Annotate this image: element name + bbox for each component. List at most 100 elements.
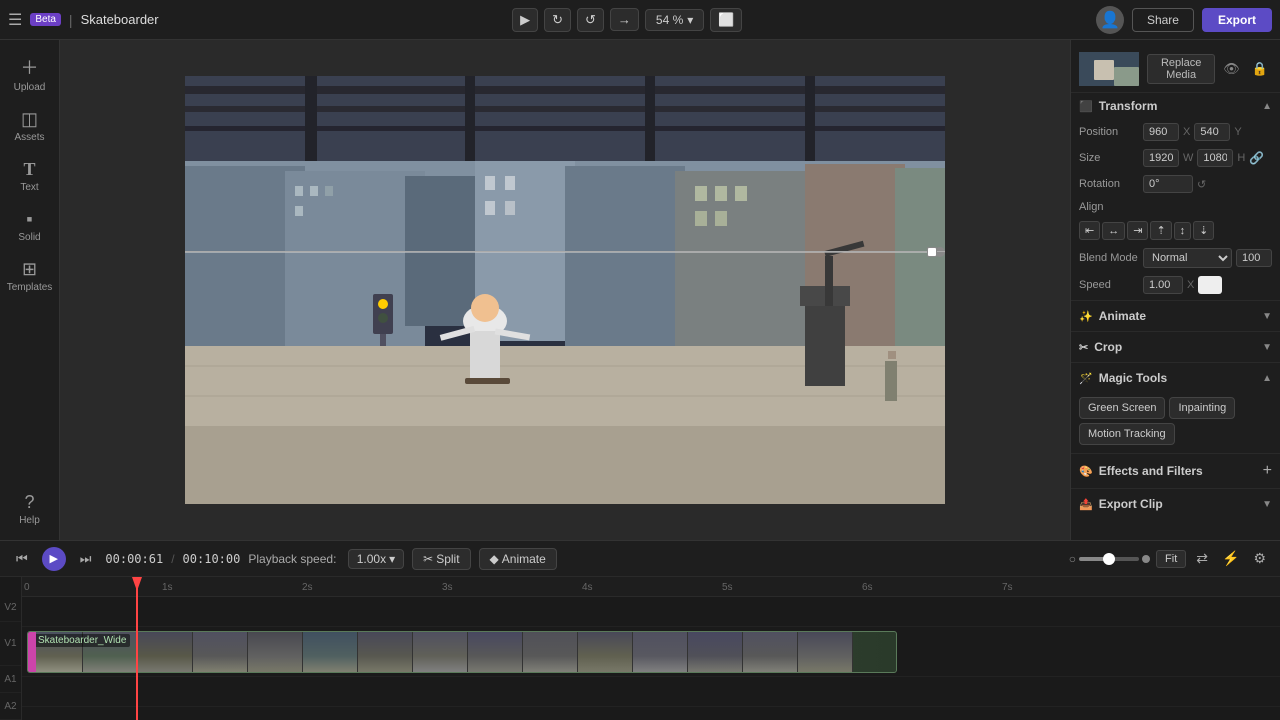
magic-tools-label: Magic Tools	[1099, 371, 1167, 385]
menu-icon[interactable]: ☰	[8, 10, 22, 30]
opacity-input[interactable]	[1236, 249, 1272, 267]
align-buttons-row: ⇤ ↔ ⇥ ⇡ ↕ ⇣	[1071, 217, 1280, 244]
align-right-button[interactable]: ⇥	[1127, 221, 1148, 240]
crop-icon: ✂	[1079, 341, 1088, 354]
inpainting-button[interactable]: Inpainting	[1169, 397, 1235, 419]
transform-icon: ⬛	[1079, 100, 1093, 113]
current-time: 00:00:61	[105, 552, 163, 566]
media-visibility-button[interactable]: 👁	[1219, 59, 1244, 79]
fit-button[interactable]: Fit	[1156, 550, 1186, 568]
green-screen-button[interactable]: Green Screen	[1079, 397, 1165, 419]
align-label-row: Align	[1071, 197, 1280, 217]
timeline-layers-icon[interactable]: ⚡	[1218, 548, 1243, 569]
text-icon: T	[23, 159, 35, 180]
size-h-input[interactable]	[1197, 149, 1233, 167]
crop-section-header[interactable]: ✂ Crop ▼	[1071, 334, 1280, 360]
timeline-settings-icon[interactable]: ⇄	[1192, 548, 1212, 569]
zoom-value: 54 %	[656, 13, 683, 27]
playhead[interactable]	[136, 577, 138, 720]
track-label-v1: V1	[0, 622, 21, 667]
animate-section-header[interactable]: ✨ Animate ▼	[1071, 303, 1280, 329]
project-title[interactable]: Skateboarder	[81, 12, 159, 27]
animate-label: Animate	[1099, 309, 1146, 323]
effects-section-header[interactable]: 🎨 Effects and Filters +	[1071, 456, 1280, 486]
forward-button[interactable]: →	[610, 8, 639, 31]
lock-aspect-icon[interactable]: 🔗	[1249, 151, 1264, 165]
align-top-button[interactable]: ⇡	[1150, 221, 1171, 240]
export-button[interactable]: Export	[1202, 8, 1272, 32]
zoom-control[interactable]: 54 % ▾	[645, 9, 704, 31]
undo-button[interactable]: ↺	[577, 8, 604, 32]
video-clip[interactable]: Skateboarder_Wide	[27, 631, 897, 673]
export-clip-title: 📤 Export Clip	[1079, 497, 1163, 511]
timeline-right-controls: ○ Fit ⇄ ⚡ ⚙	[1069, 548, 1270, 569]
ruler-mark-7s: 7s	[1002, 582, 1013, 593]
skip-back-button[interactable]: ⏮	[10, 549, 34, 569]
play-button[interactable]: ▶	[512, 8, 538, 32]
effects-icon: 🎨	[1079, 465, 1093, 478]
aspect-ratio-button[interactable]: ⬜	[710, 8, 742, 32]
speed-input[interactable]	[1143, 276, 1183, 294]
split-button[interactable]: ✂ Split	[412, 548, 470, 570]
templates-icon: ⊞	[22, 259, 37, 280]
divider-2	[1071, 331, 1280, 332]
speed-label: Speed	[1079, 279, 1139, 291]
assets-icon: ◫	[21, 109, 38, 130]
sidebar-item-templates[interactable]: ⊞ Templates	[4, 253, 56, 299]
clip-start-handle[interactable]	[28, 632, 36, 672]
replace-media-button[interactable]: Replace Media	[1147, 54, 1215, 84]
timeline-tracks: V2 V1 A1 A2 0 1s 2s 3s 4s 5s 6s 7s	[0, 577, 1280, 720]
rotation-input[interactable]	[1143, 175, 1193, 193]
canvas-area[interactable]	[60, 40, 1070, 540]
sidebar-item-label: Help	[19, 515, 40, 526]
canvas-wrapper	[185, 76, 945, 504]
sidebar-item-help[interactable]: ? Help	[4, 486, 56, 532]
total-time: 00:10:00	[183, 552, 241, 566]
track-v2	[22, 597, 1280, 627]
export-clip-section-header[interactable]: 📤 Export Clip ▼	[1071, 491, 1280, 517]
track-label-a1: A1	[0, 666, 21, 693]
align-center-h-button[interactable]: ↔	[1102, 222, 1125, 240]
playback-speed-button[interactable]: 1.00x ▾	[348, 549, 404, 569]
magic-tools-section-header[interactable]: 🪄 Magic Tools ▲	[1071, 365, 1280, 391]
align-left-button[interactable]: ⇤	[1079, 221, 1100, 240]
sidebar-item-text[interactable]: T Text	[4, 153, 56, 199]
selection-handle-right[interactable]	[927, 247, 937, 257]
timeline-animate-button[interactable]: ◆ Animate	[479, 548, 557, 570]
crop-label: Crop	[1094, 340, 1122, 354]
motion-tracking-button[interactable]: Motion Tracking	[1079, 423, 1175, 445]
track-a1	[22, 677, 1280, 707]
zoom-slider[interactable]	[1079, 557, 1139, 561]
sidebar-item-label: Assets	[14, 132, 44, 143]
skip-forward-button[interactable]: ⏭	[74, 549, 98, 569]
blend-mode-select[interactable]: Normal Multiply Screen	[1143, 248, 1232, 268]
transform-section-header[interactable]: ⬛ Transform ▲	[1071, 93, 1280, 119]
sidebar-item-label: Solid	[18, 232, 40, 243]
position-y-input[interactable]	[1194, 123, 1230, 141]
rotation-row: Rotation ↺	[1071, 171, 1280, 197]
divider-1	[1071, 300, 1280, 301]
align-center-v-button[interactable]: ↕	[1174, 222, 1192, 240]
align-bottom-button[interactable]: ⇣	[1193, 221, 1214, 240]
effects-add-button[interactable]: +	[1263, 462, 1272, 480]
playback-speed-chevron-icon: ▾	[389, 552, 395, 566]
transform-chevron-icon: ▲	[1262, 101, 1272, 112]
redo-button[interactable]: ↻	[544, 8, 571, 32]
effects-title: 🎨 Effects and Filters	[1079, 464, 1203, 478]
size-w-input[interactable]	[1143, 149, 1179, 167]
sidebar-item-upload[interactable]: ＋ Upload	[4, 48, 56, 99]
help-icon: ?	[24, 492, 34, 513]
sidebar-item-solid[interactable]: ▪ Solid	[4, 203, 56, 249]
animate-title: ✨ Animate	[1079, 309, 1146, 323]
timeline-play-button[interactable]: ▶	[42, 547, 66, 571]
track-content[interactable]: 0 1s 2s 3s 4s 5s 6s 7s	[22, 577, 1280, 720]
avatar[interactable]: 👤	[1096, 6, 1124, 34]
position-x-input[interactable]	[1143, 123, 1179, 141]
media-lock-button[interactable]: 🔒	[1248, 59, 1272, 79]
share-button[interactable]: Share	[1132, 8, 1194, 32]
sidebar-item-assets[interactable]: ◫ Assets	[4, 103, 56, 149]
align-label: Align	[1079, 201, 1139, 213]
timeline-options-icon[interactable]: ⚙	[1249, 548, 1270, 569]
position-label: Position	[1079, 126, 1139, 138]
export-clip-icon: 📤	[1079, 498, 1093, 511]
